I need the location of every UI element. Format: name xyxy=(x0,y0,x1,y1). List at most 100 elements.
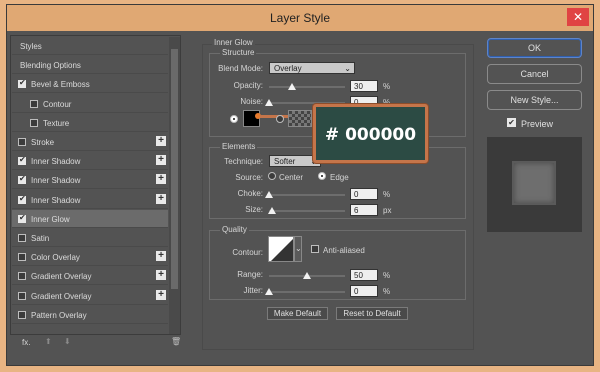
sidebar-item[interactable]: Texture xyxy=(12,114,168,132)
size-knob[interactable] xyxy=(268,207,276,214)
dialog-title: Layer Style xyxy=(269,11,331,25)
sidebar-item-label: Satin xyxy=(31,234,50,243)
sidebar-checkbox[interactable] xyxy=(18,291,26,300)
scrollbar-thumb[interactable] xyxy=(171,49,178,289)
sidebar-scrollbar[interactable] xyxy=(169,37,180,334)
sidebar-checkbox[interactable] xyxy=(18,194,26,204)
cancel-button[interactable]: Cancel xyxy=(487,64,582,84)
preview-swatch xyxy=(512,161,556,205)
sidebar-checkbox[interactable] xyxy=(18,310,26,319)
elements-title: Elements xyxy=(220,142,258,151)
inner-glow-title: Inner Glow xyxy=(212,38,255,47)
make-default-button[interactable]: Make Default xyxy=(267,307,328,320)
reset-to-default-button[interactable]: Reset to Default xyxy=(336,307,408,320)
add-effect-icon[interactable]: + xyxy=(156,136,166,146)
sidebar-item-label: Styles xyxy=(20,42,42,51)
gradient-radio[interactable] xyxy=(276,115,284,123)
move-down-icon[interactable]: ⬇ xyxy=(64,337,71,346)
size-label: Size: xyxy=(245,205,263,214)
opacity-input[interactable]: 30 xyxy=(350,80,378,92)
source-edge-radio[interactable] xyxy=(318,172,326,180)
jitter-unit: % xyxy=(383,287,391,296)
sidebar-checkbox[interactable] xyxy=(18,78,26,89)
sidebar-item-label: Inner Glow xyxy=(31,214,70,224)
title-bar: Layer Style ✕ xyxy=(7,5,593,31)
opacity-slider[interactable] xyxy=(269,86,345,88)
anti-aliased-checkbox[interactable] xyxy=(311,245,319,253)
add-effect-icon[interactable]: + xyxy=(156,174,166,185)
sidebar-item-label: Inner Shadow xyxy=(31,157,81,167)
chevron-down-icon[interactable]: ⌄ xyxy=(294,236,302,262)
delete-icon[interactable]: 🗑 xyxy=(171,337,181,346)
source-edge-label: Edge xyxy=(330,173,349,182)
sidebar-item[interactable]: Pattern Overlay xyxy=(12,306,168,324)
sidebar-item[interactable]: Stroke + xyxy=(12,133,168,151)
opacity-knob[interactable] xyxy=(287,83,296,90)
source-center-radio[interactable] xyxy=(268,172,276,180)
sidebar-item[interactable]: Inner Shadow + xyxy=(12,191,168,209)
sidebar-checkbox[interactable] xyxy=(18,272,26,281)
contour-label: Contour: xyxy=(232,248,263,257)
sidebar-item[interactable]: Inner Shadow + xyxy=(12,152,168,171)
add-effect-icon[interactable]: + xyxy=(156,193,166,204)
sidebar-item-label: Color Overlay xyxy=(31,253,80,263)
sidebar-item[interactable]: Gradient Overlay + xyxy=(12,267,168,286)
quality-title: Quality xyxy=(220,225,249,234)
blend-mode-select[interactable]: Overlay ⌄ xyxy=(269,62,355,74)
jitter-knob[interactable] xyxy=(265,288,273,295)
gradient-swatch[interactable] xyxy=(288,110,312,127)
noise-knob[interactable] xyxy=(265,99,273,106)
add-effect-icon[interactable]: + xyxy=(156,155,166,166)
sidebar-item[interactable]: Gradient Overlay + xyxy=(12,287,168,305)
range-input[interactable]: 50 xyxy=(350,269,378,281)
callout-hex-text: # 000000 xyxy=(324,125,417,145)
sidebar-checkbox[interactable] xyxy=(30,99,38,108)
sidebar-item[interactable]: Blending Options xyxy=(12,56,168,75)
add-effect-icon[interactable]: + xyxy=(156,251,166,262)
sidebar-checkbox[interactable] xyxy=(18,138,26,146)
close-icon[interactable]: ✕ xyxy=(567,8,589,26)
sidebar-item[interactable]: Inner Shadow + xyxy=(12,171,168,190)
range-label: Range: xyxy=(237,270,263,279)
jitter-label: Jitter: xyxy=(243,286,263,295)
sidebar-checkbox[interactable] xyxy=(18,234,26,242)
sidebar-item[interactable]: Styles xyxy=(12,37,168,55)
choke-unit: % xyxy=(383,190,391,199)
choke-label: Choke: xyxy=(237,189,263,198)
new-style-button[interactable]: New Style... xyxy=(487,90,582,110)
sidebar-item[interactable]: Inner Glow xyxy=(12,209,168,228)
add-effect-icon[interactable]: + xyxy=(156,289,166,300)
blend-mode-value: Overlay xyxy=(274,64,302,73)
contour-picker[interactable] xyxy=(268,236,294,262)
sidebar-item[interactable]: Contour xyxy=(12,95,168,113)
preview-label: Preview xyxy=(521,119,554,129)
ok-button[interactable]: OK xyxy=(487,38,582,58)
preview-checkbox[interactable]: ✔ xyxy=(507,118,516,127)
sidebar-item[interactable]: Color Overlay + xyxy=(12,248,168,267)
size-input[interactable]: 6 xyxy=(350,204,378,216)
sidebar-item[interactable]: Satin xyxy=(12,229,168,247)
sidebar-item-label: Inner Shadow xyxy=(31,176,81,186)
choke-slider[interactable] xyxy=(269,194,345,196)
solid-color-radio[interactable] xyxy=(230,115,238,123)
jitter-slider[interactable] xyxy=(269,291,345,293)
sidebar-item-label: Pattern Overlay xyxy=(31,310,87,320)
sidebar-checkbox[interactable] xyxy=(18,253,26,262)
choke-input[interactable]: 0 xyxy=(350,188,378,200)
source-label: Source: xyxy=(235,173,263,182)
add-effect-icon[interactable]: + xyxy=(156,270,166,281)
sidebar-checkbox[interactable] xyxy=(30,118,38,127)
sidebar-checkbox[interactable] xyxy=(18,155,26,166)
sidebar-checkbox[interactable] xyxy=(18,213,26,223)
sidebar-checkbox[interactable] xyxy=(18,174,26,185)
size-unit: px xyxy=(383,206,392,215)
fx-icon[interactable]: fx. xyxy=(22,338,30,347)
structure-title: Structure xyxy=(220,48,257,57)
choke-knob[interactable] xyxy=(265,191,273,198)
sidebar-item[interactable]: Bevel & Emboss xyxy=(12,75,168,94)
sidebar-item-label: Gradient Overlay xyxy=(31,272,92,282)
move-up-icon[interactable]: ⬆ xyxy=(45,337,52,346)
size-slider[interactable] xyxy=(269,210,345,212)
jitter-input[interactable]: 0 xyxy=(350,285,378,297)
range-knob[interactable] xyxy=(303,272,311,279)
